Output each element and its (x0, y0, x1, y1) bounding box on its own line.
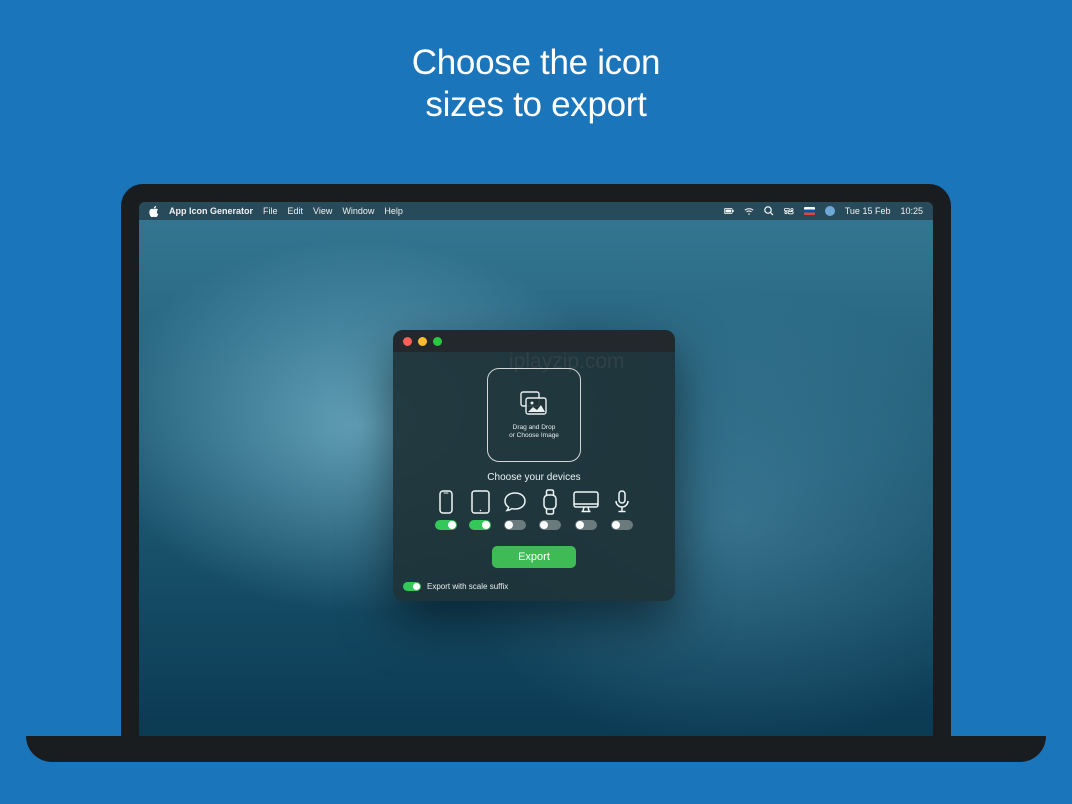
menubar-menu-file[interactable]: File (263, 206, 278, 216)
device-ipad-toggle[interactable] (469, 520, 491, 530)
control-center-icon[interactable] (784, 206, 794, 216)
device-watch-toggle[interactable] (539, 520, 561, 530)
user-avatar-icon[interactable] (825, 206, 835, 216)
laptop-mockup: App Icon Generator File Edit View Window… (121, 184, 951, 736)
menubar-menu-window[interactable]: Window (342, 206, 374, 216)
headline-line2: sizes to export (0, 84, 1072, 126)
menubar-menu-view[interactable]: View (313, 206, 332, 216)
device-mac-toggle[interactable] (575, 520, 597, 530)
iphone-icon (439, 489, 453, 515)
headline: Choose the icon sizes to export (0, 0, 1072, 126)
scale-suffix-toggle[interactable] (403, 582, 421, 591)
app-window: Drag and Drop or Choose Image Choose you… (393, 330, 675, 601)
input-source-flag-icon[interactable] (804, 207, 815, 215)
scale-suffix-label: Export with scale suffix (427, 582, 508, 591)
imac-icon (573, 489, 599, 515)
watch-icon (542, 489, 558, 515)
device-carplay-toggle[interactable] (611, 520, 633, 530)
menubar-date[interactable]: Tue 15 Feb (845, 206, 891, 216)
export-button[interactable]: Export (492, 546, 576, 568)
device-message-toggle[interactable] (504, 520, 526, 530)
image-drop-zone[interactable]: Drag and Drop or Choose Image (487, 368, 581, 462)
laptop-base (26, 736, 1046, 762)
scale-suffix-row: Export with scale suffix (403, 582, 675, 591)
laptop-lid: App Icon Generator File Edit View Window… (121, 184, 951, 736)
drop-text-line2: or Choose Image (509, 432, 559, 440)
menubar-time[interactable]: 10:25 (900, 206, 923, 216)
drop-text-line1: Drag and Drop (509, 424, 559, 432)
carplay-mic-icon (614, 489, 630, 515)
choose-devices-label: Choose your devices (393, 472, 675, 483)
device-watch (539, 489, 561, 530)
traffic-light-close-icon[interactable] (403, 337, 412, 346)
device-message (503, 489, 527, 530)
battery-icon[interactable] (724, 206, 734, 216)
wifi-icon[interactable] (744, 206, 754, 216)
traffic-light-minimize-icon[interactable] (418, 337, 427, 346)
device-carplay (611, 489, 633, 530)
menubar-menu-help[interactable]: Help (384, 206, 403, 216)
ipad-icon (471, 489, 490, 515)
device-ipad (469, 489, 491, 530)
traffic-light-zoom-icon[interactable] (433, 337, 442, 346)
device-mac (573, 489, 599, 530)
drop-zone-text: Drag and Drop or Choose Image (509, 424, 559, 440)
window-titlebar[interactable] (393, 330, 675, 352)
search-icon[interactable] (764, 206, 774, 216)
device-iphone (435, 489, 457, 530)
headline-line1: Choose the icon (0, 42, 1072, 84)
device-iphone-toggle[interactable] (435, 520, 457, 530)
desktop-screen: App Icon Generator File Edit View Window… (139, 202, 933, 736)
message-bubble-icon (503, 489, 527, 515)
macos-menubar: App Icon Generator File Edit View Window… (139, 202, 933, 220)
devices-row (393, 489, 675, 530)
menubar-app-name[interactable]: App Icon Generator (169, 206, 253, 216)
image-stack-icon (518, 390, 550, 418)
menubar-menu-edit[interactable]: Edit (288, 206, 304, 216)
apple-logo-icon[interactable] (149, 206, 159, 217)
